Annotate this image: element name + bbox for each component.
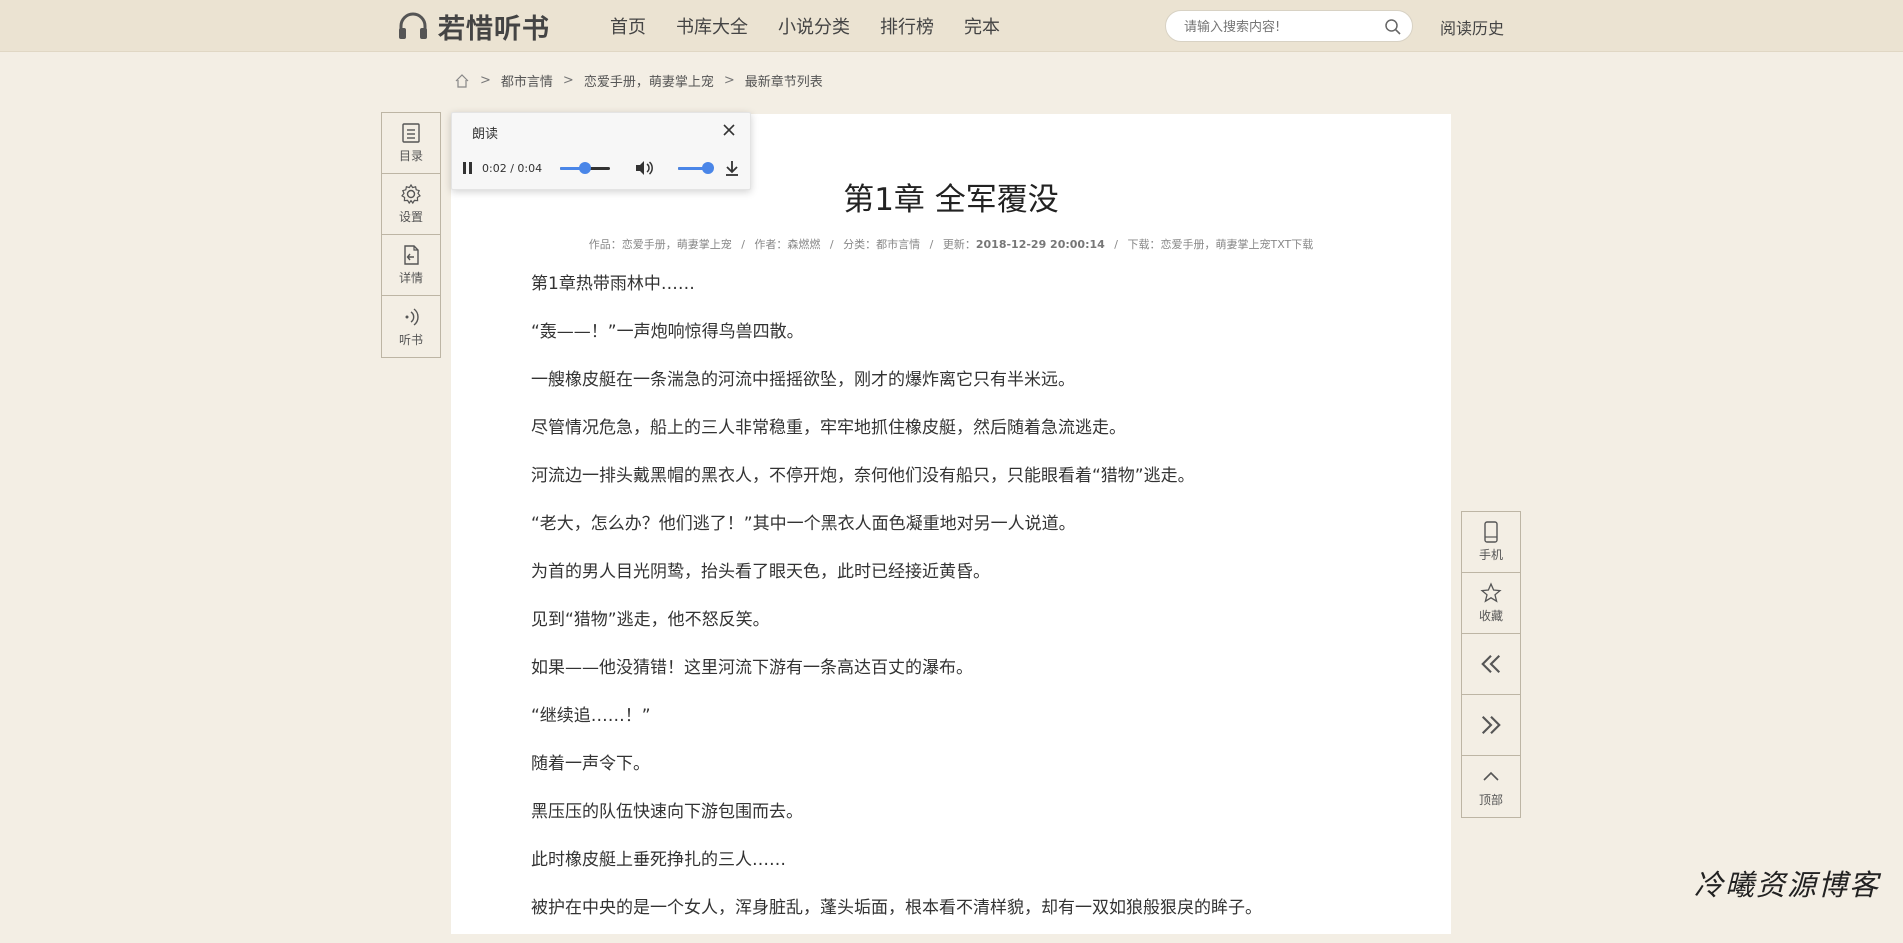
- player-controls: 0:02 / 0:04: [460, 159, 740, 177]
- home-icon[interactable]: [454, 73, 470, 89]
- search-input[interactable]: [1182, 17, 1372, 37]
- previous-chapter-button[interactable]: [1462, 634, 1520, 695]
- nav-completed[interactable]: 完本: [964, 13, 1000, 39]
- left-toolbar: 目录 设置 详情 听书: [381, 112, 441, 358]
- search-icon[interactable]: [1384, 18, 1402, 36]
- breadcrumb-separator: >: [562, 73, 574, 88]
- settings-button[interactable]: 设置: [382, 174, 440, 235]
- top-header: 若惜听书 首页 书库大全 小说分类 排行榜 完本 阅读历史: [0, 0, 1903, 52]
- mobile-button[interactable]: 手机: [1462, 512, 1520, 573]
- favorite-button[interactable]: 收藏: [1462, 573, 1520, 634]
- meta-updated-label: 更新：: [942, 238, 976, 251]
- paragraph: 被护在中央的是一个女人，浑身脏乱，蓬头垢面，根本看不清样貌，却有一双如狼般狠戾的…: [531, 898, 1262, 918]
- paragraph: “继续追……！”: [531, 706, 651, 726]
- download-icon[interactable]: [724, 159, 740, 177]
- mobile-label: 手机: [1478, 548, 1503, 562]
- volume-slider[interactable]: [678, 161, 715, 174]
- paragraph: 第1章热带雨林中……: [531, 274, 695, 294]
- paragraph: 河流边一排头戴黑帽的黑衣人，不停开炮，奈何他们没有船只，只能眼看着“猎物”逃走。: [531, 466, 1195, 486]
- document-back-icon: [404, 245, 419, 265]
- progress-slider[interactable]: [560, 161, 611, 174]
- paragraph: 一艘橡皮艇在一条湍急的河流中摇摇欲坠，刚才的爆炸离它只有半米远。: [531, 370, 1075, 390]
- paragraph: 尽管情况危急，船上的三人非常稳重，牢牢地抓住橡皮艇，然后随着急流逃走。: [531, 418, 1126, 438]
- star-icon: [1480, 582, 1502, 603]
- nav-categories[interactable]: 小说分类: [778, 13, 850, 39]
- sound-wave-icon: [405, 307, 419, 326]
- chapter-content: 第1章 全军覆没 作品：恋爱手册，萌妻掌上宠 / 作者：森燃燃 / 分类：都市言…: [451, 114, 1451, 934]
- watermark: 冷曦资源博客: [1694, 868, 1881, 902]
- meta-download-link[interactable]: 恋爱手册，萌妻掌上宠TXT下载: [1161, 238, 1314, 251]
- breadcrumb-book[interactable]: 恋爱手册，萌妻掌上宠: [584, 71, 714, 90]
- logo-text: 若惜听书: [438, 13, 550, 45]
- meta-work[interactable]: 作品：恋爱手册，萌妻掌上宠: [589, 238, 732, 251]
- right-toolbar: 手机 收藏 顶部: [1461, 511, 1521, 818]
- player-title: 朗读: [472, 127, 499, 142]
- phone-icon: [1484, 521, 1498, 543]
- toc-label: 目录: [398, 149, 423, 163]
- player-time: 0:02 / 0:04: [482, 161, 543, 175]
- paragraph: 如果——他没猜错！这里河流下游有一条高达百丈的瀑布。: [531, 658, 973, 678]
- chapter-text: 第1章热带雨林中…… “轰——！”一声炮响惊得鸟兽四散。 一艘橡皮艇在一条湍急的…: [531, 271, 1391, 943]
- volume-icon[interactable]: [634, 159, 654, 177]
- double-chevron-right-icon: [1481, 715, 1501, 735]
- headphones-icon: [399, 12, 427, 39]
- back-to-top-label: 顶部: [1478, 792, 1503, 807]
- main-nav: 首页 书库大全 小说分类 排行榜 完本: [610, 13, 1000, 39]
- gear-icon: [401, 183, 421, 205]
- details-button[interactable]: 详情: [382, 235, 440, 296]
- reading-history-link[interactable]: 阅读历史: [1440, 15, 1504, 39]
- next-chapter-button[interactable]: [1462, 695, 1520, 756]
- paragraph: 此时橡皮艇上垂死挣扎的三人……: [531, 850, 786, 870]
- paragraph: 见到“猎物”逃走，他不怒反笑。: [531, 610, 770, 630]
- listen-button[interactable]: 听书: [382, 296, 440, 357]
- nav-library[interactable]: 书库大全: [676, 13, 748, 39]
- breadcrumb-category[interactable]: 都市言情: [501, 71, 553, 90]
- meta-category[interactable]: 分类：都市言情: [843, 238, 920, 251]
- breadcrumb-chapter-list[interactable]: 最新章节列表: [745, 71, 823, 90]
- meta-download-label: 下载：: [1127, 238, 1161, 251]
- site-logo[interactable]: 若惜听书: [396, 8, 550, 45]
- double-chevron-left-icon: [1481, 654, 1501, 674]
- tts-player: 朗读 0:02 / 0:04: [451, 112, 751, 190]
- chevron-up-icon: [1483, 771, 1499, 781]
- listen-label: 听书: [398, 332, 423, 347]
- chapter-meta: 作品：恋爱手册，萌妻掌上宠 / 作者：森燃燃 / 分类：都市言情 / 更新：20…: [588, 238, 1314, 251]
- breadcrumb-separator: >: [480, 73, 491, 88]
- paragraph: “老大，怎么办？他们逃了！”其中一个黑衣人面色凝重地对另一人说道。: [531, 514, 1076, 534]
- paragraph: 为首的男人目光阴鸷，抬头看了眼天色，此时已经接近黄昏。: [531, 562, 990, 582]
- nav-home[interactable]: 首页: [610, 13, 646, 39]
- paragraph: 黑压压的队伍快速向下游包围而去。: [531, 802, 803, 822]
- meta-author[interactable]: 作者：森燃燃: [754, 238, 820, 251]
- settings-label: 设置: [398, 210, 423, 224]
- list-icon: [402, 123, 420, 143]
- back-to-top-button[interactable]: 顶部: [1462, 756, 1520, 817]
- breadcrumb-separator: >: [723, 73, 735, 88]
- paragraph: “轰——！”一声炮响惊得鸟兽四散。: [531, 322, 804, 342]
- pause-button[interactable]: [460, 161, 474, 175]
- breadcrumb: > 都市言情 > 恋爱手册，萌妻掌上宠 > 最新章节列表: [454, 71, 823, 90]
- paragraph: 随着一声令下。: [531, 754, 650, 774]
- close-icon[interactable]: [722, 123, 736, 137]
- nav-rankings[interactable]: 排行榜: [880, 13, 934, 39]
- toc-button[interactable]: 目录: [382, 113, 440, 174]
- meta-updated-value: 2018-12-29 20:00:14: [975, 238, 1105, 251]
- details-label: 详情: [398, 271, 423, 285]
- search-box: [1165, 10, 1413, 42]
- favorite-label: 收藏: [1478, 609, 1503, 623]
